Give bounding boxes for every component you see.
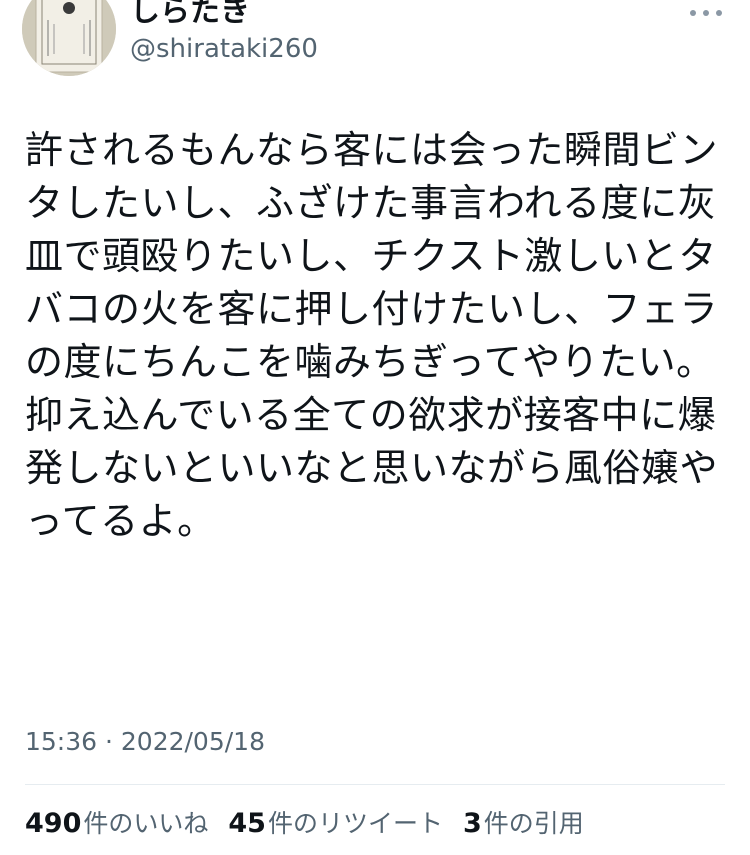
likes-label: 件のいいね [83, 809, 209, 838]
more-horizontal-icon [703, 10, 709, 16]
display-name[interactable]: しらたき [130, 0, 250, 30]
likes-stat[interactable]: 490 件のいいね [25, 806, 208, 842]
more-horizontal-icon [690, 10, 696, 16]
tweet-stats: 490 件のいいね 45 件のリツイート 3 件の引用 [25, 806, 604, 842]
quotes-label: 件の引用 [483, 809, 584, 838]
retweets-label: 件のリツイート [267, 809, 443, 838]
retweets-count: 45 [228, 808, 266, 839]
more-horizontal-icon [716, 10, 722, 16]
tweet-header: しらたき @shirataki260 [0, 0, 750, 90]
quotes-count: 3 [462, 808, 482, 839]
user-handle[interactable]: @shirataki260 [130, 32, 318, 66]
more-options-button[interactable] [690, 4, 722, 22]
divider [25, 784, 725, 785]
quotes-stat[interactable]: 3 件の引用 [463, 806, 584, 842]
tweet-text: 許されるもんなら客には会った瞬間ビンタしたいし、ふざけた事言われる度に灰皿で頭殴… [25, 128, 719, 543]
avatar[interactable] [22, 0, 116, 76]
likes-count: 490 [25, 808, 82, 839]
tweet-timestamp[interactable]: 15:36 · 2022/05/18 [25, 724, 265, 760]
retweets-stat[interactable]: 45 件のリツイート [228, 806, 443, 842]
shirataki-package-avatar [22, 0, 116, 76]
